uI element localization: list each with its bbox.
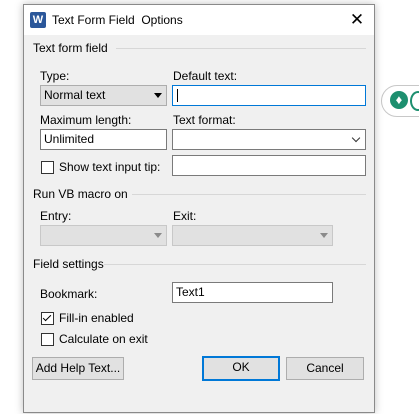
calculate-on-exit-label[interactable]: Calculate on exit — [59, 332, 148, 346]
background-partial-icon — [410, 91, 419, 111]
fill-in-enabled-label[interactable]: Fill-in enabled — [59, 311, 134, 325]
dropdown-arrow-icon — [154, 233, 162, 238]
text-caret — [177, 89, 178, 102]
type-label: Type: — [40, 69, 70, 83]
title-bar[interactable]: W Text Form Field Options ✕ — [24, 5, 374, 35]
exit-macro-dropdown[interactable] — [172, 225, 333, 246]
background-app — [375, 0, 419, 414]
exit-label: Exit: — [173, 209, 197, 223]
tip-text-input[interactable] — [172, 155, 366, 176]
group-label-text-form-field: Text form field — [33, 41, 108, 55]
close-button[interactable]: ✕ — [344, 9, 370, 31]
show-tip-label[interactable]: Show text input tip: — [59, 160, 160, 174]
bookmark-input[interactable]: Text1 — [172, 282, 333, 303]
group-label-field-settings: Field settings — [33, 257, 104, 271]
entry-label: Entry: — [40, 209, 72, 223]
lightbulb-icon[interactable]: ♦ — [390, 91, 408, 109]
text-format-label: Text format: — [173, 113, 236, 127]
dropdown-arrow-icon — [320, 233, 328, 238]
cancel-button[interactable]: Cancel — [286, 357, 364, 380]
group-divider — [116, 48, 366, 49]
group-label-run-vb-macro: Run VB macro on — [33, 187, 128, 201]
calculate-on-exit-checkbox[interactable] — [41, 333, 54, 346]
show-tip-checkbox[interactable] — [41, 161, 54, 174]
word-app-icon: W — [30, 12, 46, 28]
group-divider — [132, 194, 366, 195]
max-length-spinner[interactable]: Unlimited — [40, 129, 167, 150]
dropdown-arrow-icon — [154, 93, 162, 98]
type-dropdown-value: Normal text — [44, 88, 106, 102]
ok-button[interactable]: OK — [202, 356, 280, 381]
screen: ♦ W Text Form Field Options ✕ Text form … — [0, 0, 419, 414]
bookmark-label: Bookmark: — [40, 287, 98, 301]
fill-in-enabled-checkbox[interactable] — [41, 312, 54, 325]
checkmark-icon — [42, 312, 52, 322]
text-form-field-options-dialog: W Text Form Field Options ✕ Text form fi… — [23, 4, 375, 413]
max-length-value: Unlimited — [44, 132, 95, 146]
type-dropdown[interactable]: Normal text — [40, 85, 167, 106]
add-help-text-button[interactable]: Add Help Text... — [32, 357, 124, 380]
dialog-title: Text Form Field Options — [52, 13, 183, 27]
max-length-label: Maximum length: — [40, 113, 132, 127]
bookmark-value: Text1 — [176, 285, 205, 299]
group-divider — [104, 264, 366, 265]
entry-macro-dropdown[interactable] — [40, 225, 167, 246]
chevron-down-icon[interactable] — [351, 133, 361, 143]
text-format-combobox[interactable] — [172, 129, 366, 150]
default-text-input[interactable] — [172, 85, 366, 106]
default-text-label: Default text: — [173, 69, 238, 83]
